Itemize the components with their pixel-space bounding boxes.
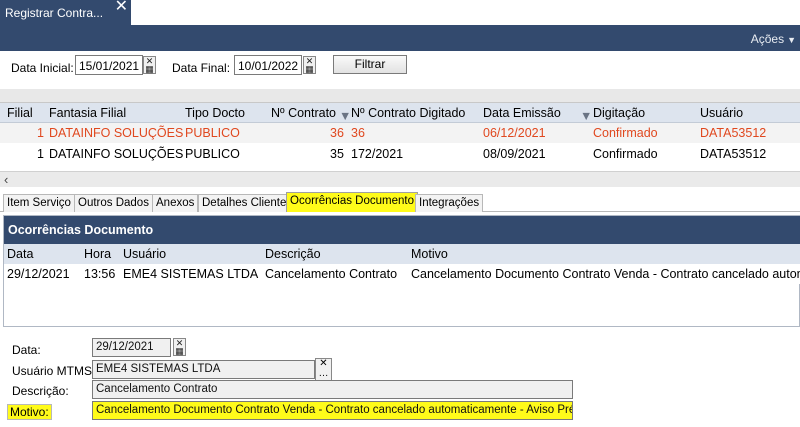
col-header-contrato-digitado[interactable]: Nº Contrato Digitado xyxy=(351,106,465,120)
cell-contrato: 35 xyxy=(330,147,344,161)
tab-ocorrencias-documento[interactable]: Ocorrências Documento xyxy=(286,192,418,212)
cell-emissao: 08/09/2021 xyxy=(483,147,546,161)
col-header-tipo[interactable]: Tipo Docto xyxy=(185,106,245,120)
tab-item-servico[interactable]: Item Serviço xyxy=(3,194,75,212)
tab-anexos[interactable]: Anexos xyxy=(152,194,199,212)
usuario-mtms-field[interactable]: EME4 SISTEMAS LTDA xyxy=(92,360,315,379)
cell-fantasia: DATAINFO SOLUÇÕES xyxy=(49,126,184,140)
contracts-grid-header: Filial Fantasia Filial Tipo Docto Nº Con… xyxy=(0,103,800,123)
tab-outros-dados[interactable]: Outros Dados xyxy=(74,194,153,212)
col-header-fantasia[interactable]: Fantasia Filial xyxy=(49,106,126,120)
filter-bar: Data Inicial: 15/01/2021 ✕ ▦ Data Final: … xyxy=(0,51,800,89)
detail-tabs: Item Serviço Outros Dados Anexos Detalhe… xyxy=(0,192,800,212)
cell-contrato: 36 xyxy=(330,126,344,140)
cell-filial: 1 xyxy=(37,147,44,161)
data-final-label: Data Final: xyxy=(172,61,231,75)
ellipsis-icon[interactable]: ✕… xyxy=(315,358,332,381)
calendar-icon[interactable]: ✕ ▦ xyxy=(173,338,186,356)
table-row[interactable]: 29/12/2021 13:56 EME4 SISTEMAS LTDA Canc… xyxy=(4,264,800,284)
ocorrencias-title: Ocorrências Documento xyxy=(4,216,800,244)
sort-desc-icon: ▼ xyxy=(580,109,593,123)
scroll-left-icon[interactable]: ‹ xyxy=(4,172,8,187)
cell-descricao: Cancelamento Contrato xyxy=(265,267,398,281)
data-final-input[interactable]: 10/01/2022 xyxy=(234,55,302,75)
cell-contrato-digitado: 36 xyxy=(351,126,365,140)
usuario-mtms-label: Usuário MTMS: xyxy=(12,364,96,378)
motivo-label: Motivo: xyxy=(7,404,52,420)
col-header-emissao[interactable]: Data Emissão xyxy=(483,106,561,120)
ocorrencias-panel: Ocorrências Documento Data Hora Usuário … xyxy=(3,215,800,327)
separator-band xyxy=(0,89,800,102)
ocorrencias-grid-header: Data Hora Usuário Descrição Motivo xyxy=(4,244,800,264)
col-header-descricao[interactable]: Descrição xyxy=(265,247,321,261)
acoes-label: Ações xyxy=(750,32,785,46)
document-tab-strip: Registrar Contra... ✕ xyxy=(0,0,800,25)
table-row[interactable]: 1 DATAINFO SOLUÇÕES PUBLICO 35 172/2021 … xyxy=(0,144,800,164)
col-header-data[interactable]: Data xyxy=(7,247,33,261)
cell-tipo: PUBLICO xyxy=(185,147,240,161)
col-header-usuario[interactable]: Usuário xyxy=(700,106,743,120)
cell-usuario: DATA53512 xyxy=(700,147,767,161)
contracts-grid: Filial Fantasia Filial Tipo Docto Nº Con… xyxy=(0,102,800,187)
tab-integracoes[interactable]: Integrações xyxy=(415,194,484,212)
document-tab-title: Registrar Contra... xyxy=(5,6,104,20)
cell-motivo: Cancelamento Documento Contrato Venda - … xyxy=(411,267,800,281)
cell-usuario: DATA53512 xyxy=(700,126,767,140)
page-header: Ações ▼ xyxy=(0,25,800,51)
cell-fantasia: DATAINFO SOLUÇÕES xyxy=(49,147,184,161)
col-header-hora[interactable]: Hora xyxy=(84,247,111,261)
col-header-digitacao[interactable]: Digitação xyxy=(593,106,645,120)
calendar-icon[interactable]: ✕ ▦ xyxy=(303,56,316,74)
sort-desc-icon: ▼ xyxy=(339,109,352,123)
data-field[interactable]: 29/12/2021 xyxy=(92,338,171,357)
cell-usuario: EME4 SISTEMAS LTDA xyxy=(123,267,259,281)
acoes-menu[interactable]: Ações ▼ xyxy=(751,32,796,46)
descricao-field[interactable]: Cancelamento Contrato xyxy=(92,380,573,399)
horizontal-scrollbar[interactable]: ‹ xyxy=(0,171,800,187)
col-header-filial[interactable]: Filial xyxy=(7,106,33,120)
filtrar-button[interactable]: Filtrar xyxy=(333,55,407,74)
calendar-icon[interactable]: ✕ ▦ xyxy=(143,56,156,74)
close-icon[interactable]: ✕ xyxy=(115,0,128,15)
motivo-field[interactable]: Cancelamento Documento Contrato Venda - … xyxy=(92,401,573,420)
data-inicial-input[interactable]: 15/01/2021 xyxy=(75,55,143,75)
cell-hora: 13:56 xyxy=(84,267,116,281)
data-inicial-label: Data Inicial: xyxy=(11,61,74,75)
cell-tipo: PUBLICO xyxy=(185,126,240,140)
col-header-contrato[interactable]: Nº Contrato xyxy=(271,106,336,120)
descricao-label: Descrição: xyxy=(12,384,69,398)
cell-digitacao: Confirmado xyxy=(593,147,658,161)
ocorrencia-detail-form: Data: 29/12/2021 ✕ ▦ Usuário MTMS: EME4 S… xyxy=(0,330,800,427)
data-label: Data: xyxy=(12,343,41,357)
cell-data: 29/12/2021 xyxy=(7,267,70,281)
tab-detalhes-cliente[interactable]: Detalhes Cliente xyxy=(198,194,291,212)
col-header-usuario[interactable]: Usuário xyxy=(123,247,166,261)
chevron-down-icon: ▼ xyxy=(787,35,796,45)
document-tab-registrar-contrato[interactable]: Registrar Contra... ✕ xyxy=(0,0,131,25)
cell-contrato-digitado: 172/2021 xyxy=(351,147,404,161)
col-header-motivo[interactable]: Motivo xyxy=(411,247,448,261)
cell-digitacao: Confirmado xyxy=(593,126,658,140)
cell-filial: 1 xyxy=(37,126,44,140)
cell-emissao: 06/12/2021 xyxy=(483,126,546,140)
table-row[interactable]: 1 DATAINFO SOLUÇÕES PUBLICO 36 36 06/12/… xyxy=(0,123,800,143)
